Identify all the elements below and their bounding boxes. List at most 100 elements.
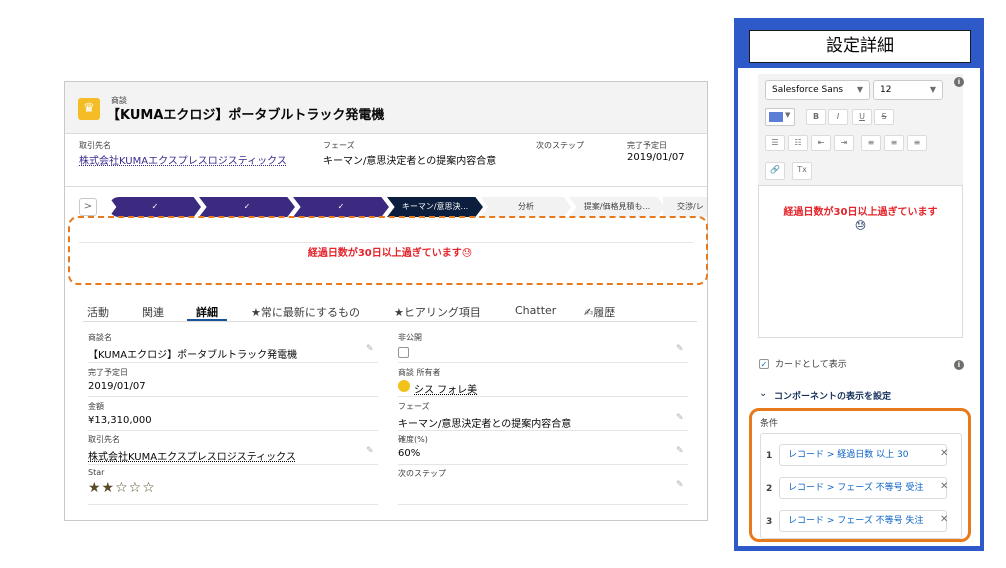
chevron-down-icon: ▼ [929,85,936,94]
tab-favorites[interactable]: ★常に最新にするもの [251,304,360,320]
owner-avatar [398,380,410,392]
divider [65,186,707,187]
field-divider [398,504,688,505]
field-opportunity-name: 【KUMAエクロジ】ポータブルトラック発電機 [88,350,298,361]
chevron-down-icon[interactable]: ⌄ [759,388,767,399]
card-checkbox[interactable]: ✓ [759,359,769,369]
record-header: ♛ 商談 【KUMAエクロジ】ポータブルトラック発電機 [65,82,707,134]
text-color-picker[interactable]: ▼ [765,108,795,126]
font-size-select[interactable]: 12 ▼ [873,80,943,100]
strikethrough-button[interactable]: S [874,109,894,125]
underline-button[interactable]: U [852,109,872,125]
path-step-3[interactable]: ✓ [293,197,389,217]
tab-activity[interactable]: 活動 [87,304,109,320]
italic-button[interactable]: I [828,109,848,125]
font-size-value: 12 [880,85,892,95]
star-rating[interactable]: ★★☆☆☆ [88,480,156,496]
path-step-proposal[interactable]: 提案/価格見積も... [569,197,665,217]
private-checkbox[interactable] [398,347,409,358]
preview-text: 経過日数が30日以上過ぎています [783,207,938,218]
field-divider [398,430,688,431]
alert-text: 経過日数が30日以上過ぎています😓 [307,248,473,259]
highlight-account-link[interactable]: 株式会社KUMAエクスプレスロジスティックス [79,152,287,167]
field-amount: ¥13,310,000 [88,415,152,426]
field-label-amount: 金額 [88,402,104,411]
chevron-down-icon: ▼ [856,85,863,94]
bold-button[interactable]: B [806,109,826,125]
remove-filter-icon[interactable]: ✕ [940,514,948,525]
chevron-down-icon: ▼ [785,111,791,119]
field-label-owner: 商談 所有者 [398,368,441,377]
tab-detail[interactable]: 詳細 [196,304,218,320]
tabs-divider [83,321,697,322]
tab-related[interactable]: 関連 [142,304,164,320]
field-divider [88,430,378,431]
field-label-phase: フェーズ [398,402,430,411]
edit-pencil-icon[interactable]: ✎ [676,480,684,490]
field-label-probability: 確度(%) [398,435,428,444]
filter-number: 1 [766,451,773,461]
field-label-next-step: 次のステップ [398,469,446,478]
path-step-2[interactable]: ✓ [199,197,295,217]
numbered-list-button[interactable]: ☷ [788,135,808,151]
link-icon[interactable]: 🔗 [765,162,785,180]
tab-history[interactable]: ✍履歴 [584,304,615,320]
field-probability: 60% [398,448,421,459]
remove-filter-icon[interactable]: ✕ [940,481,948,492]
field-label-star: Star [88,468,105,477]
owner-link[interactable]: シス フォレ美 [414,381,477,396]
bullet-list-button[interactable]: ☰ [765,135,785,151]
clear-format-button[interactable]: Tx [792,162,812,180]
align-center-button[interactable]: ≡ [884,135,904,151]
highlight-label-next-step: 次のステップ [536,141,584,150]
conditions-label: 条件 [760,419,779,429]
edit-pencil-icon[interactable]: ✎ [366,446,374,456]
visibility-section-toggle[interactable]: コンポーネントの表示を設定 [774,389,891,402]
align-left-button[interactable]: ≡ [861,135,881,151]
path-step-analysis[interactable]: 分析 [481,197,571,217]
field-divider [88,504,378,505]
field-close-date: 2019/01/07 [88,381,146,392]
edit-pencil-icon[interactable]: ✎ [676,413,684,423]
path-step-1[interactable]: ✓ [109,197,201,217]
field-label-opportunity-name: 商談名 [88,333,112,342]
highlight-label-phase: フェーズ [323,141,355,150]
path-step-current[interactable]: キーマン/意思決... [387,197,483,217]
font-family-select[interactable]: Salesforce Sans ▼ [765,80,870,100]
remove-filter-icon[interactable]: ✕ [940,448,948,459]
filter-condition-1[interactable]: レコード > 経過日数 以上 30 [779,444,947,466]
info-icon[interactable]: i [954,360,964,370]
edit-pencil-icon[interactable]: ✎ [676,344,684,354]
info-icon[interactable]: i [954,77,964,87]
crown-icon: ♛ [78,98,100,120]
field-divider [88,362,378,363]
preview-emoji: 😓 [854,219,867,232]
record-title: 【KUMAエクロジ】ポータブルトラック発電機 [107,108,385,123]
highlight-label-close-date: 完了予定日 [627,141,667,150]
alert-banner: 経過日数が30日以上過ぎています😓 [68,216,708,285]
field-label-account: 取引先名 [88,435,120,444]
tab-chatter[interactable]: Chatter [515,304,556,317]
highlight-close-date-value: 2019/01/07 [627,152,685,163]
tab-hearing[interactable]: ★ヒアリング項目 [394,304,481,320]
filter-condition-2[interactable]: レコード > フェーズ 不等号 受注 [779,477,947,499]
align-right-button[interactable]: ≡ [907,135,927,151]
edit-pencil-icon[interactable]: ✎ [366,344,374,354]
edit-pencil-icon[interactable]: ✎ [676,446,684,456]
filter-number: 2 [766,484,773,494]
highlight-label-account: 取引先名 [79,141,111,150]
indent-button[interactable]: ⇥ [834,135,854,151]
field-divider [398,362,688,363]
card-checkbox-label: カードとして表示 [775,360,847,370]
field-divider [398,464,688,465]
field-phase: キーマン/意思決定者との提案内容合意 [398,419,572,430]
field-label-close-date: 完了予定日 [88,368,128,377]
highlight-phase-value: キーマン/意思決定者との提案内容合意 [323,156,497,167]
path-step-negotiation[interactable]: 交渉/レ [663,197,707,217]
outdent-button[interactable]: ⇤ [811,135,831,151]
panel-title: 設定詳細 [749,30,971,63]
field-account-link[interactable]: 株式会社KUMAエクスプレスロジスティックス [88,448,296,463]
filter-condition-3[interactable]: レコード > フェーズ 不等号 失注 [779,510,947,532]
filter-number: 3 [766,517,773,527]
path-toggle-button[interactable]: > [79,198,97,216]
